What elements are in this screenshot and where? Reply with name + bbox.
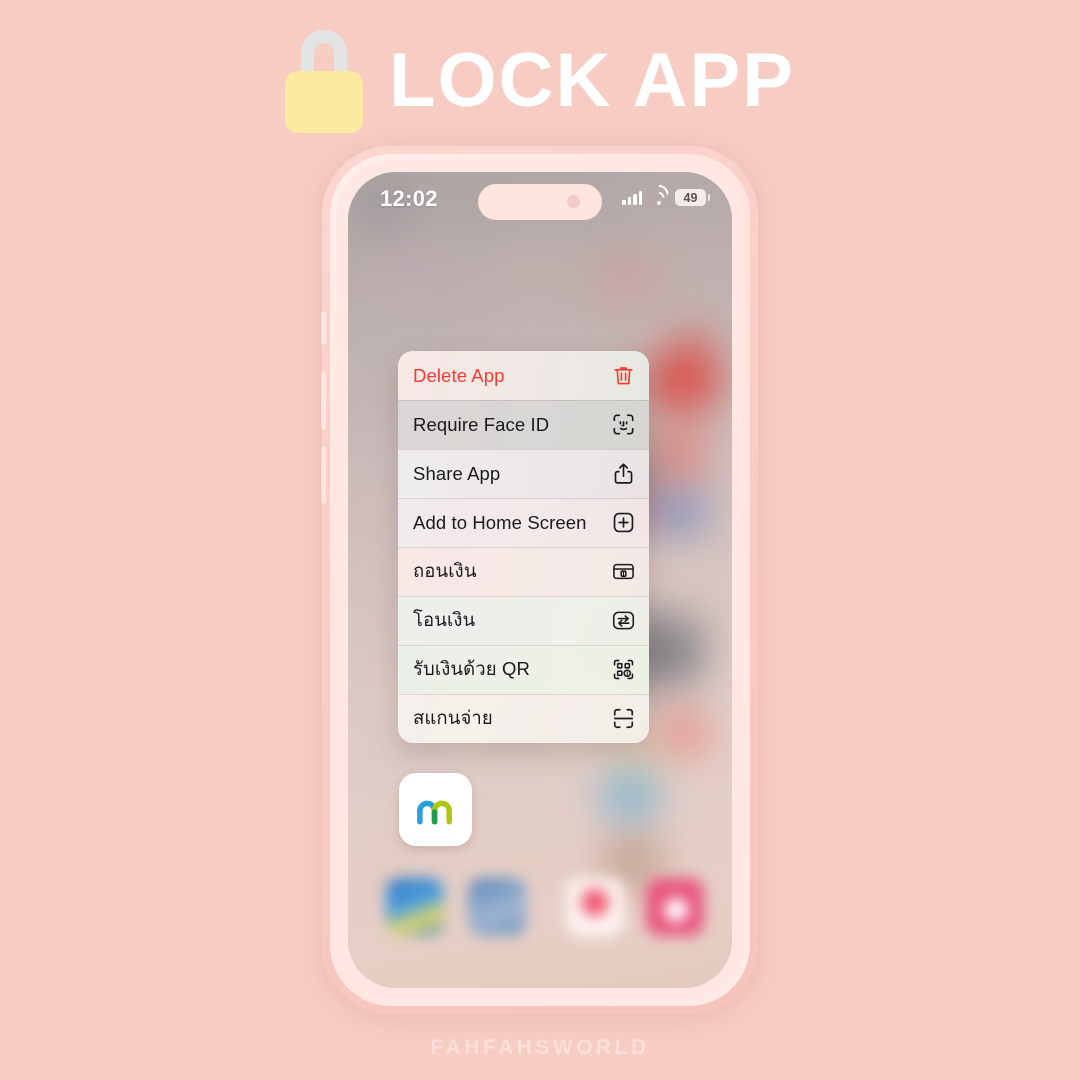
battery-level-label: 49 <box>683 190 698 205</box>
status-bar-indicators: 49 <box>622 181 710 208</box>
phone-device: 12:02 49 Delete App Require Face ID Shar… <box>321 146 758 1014</box>
add-square-icon <box>611 510 636 535</box>
dock-app-3[interactable] <box>566 878 624 936</box>
dock <box>348 870 732 944</box>
dock-app-2[interactable] <box>468 878 526 936</box>
qr-receive-icon <box>611 657 636 682</box>
app-context-menu: Delete App Require Face ID Share App Add… <box>398 351 649 743</box>
lock-body <box>285 71 364 133</box>
context-menu-item-receive-qr[interactable]: รับเงินด้วย QR <box>398 645 649 694</box>
context-menu-item-label: Delete App <box>413 364 505 386</box>
dynamic-island <box>478 184 602 220</box>
context-menu-item-label: โอนเงิน <box>413 609 476 630</box>
share-icon <box>611 461 636 486</box>
context-menu-item-label: Add to Home Screen <box>413 511 587 533</box>
wifi-icon <box>645 181 672 208</box>
context-menu-item-scan-pay[interactable]: สแกนจ่าย <box>398 694 649 743</box>
dock-app-4[interactable] <box>646 878 704 936</box>
cellular-signal-icon <box>622 190 642 205</box>
scan-pay-icon <box>611 706 636 731</box>
phone-screen: 12:02 49 Delete App Require Face ID Shar… <box>348 172 732 988</box>
withdraw-cash-icon <box>611 559 636 584</box>
context-menu-item-require-face-id[interactable]: Require Face ID <box>398 400 649 449</box>
context-menu-item-label: Share App <box>413 462 501 484</box>
context-menu-item-delete-app[interactable]: Delete App <box>398 351 649 400</box>
volume-up-button[interactable] <box>321 372 326 430</box>
context-menu-item-label: รับเงินด้วย QR <box>413 658 530 679</box>
front-camera-icon <box>567 195 580 208</box>
status-bar-time: 12:02 <box>380 186 438 211</box>
battery-icon: 49 <box>675 189 710 206</box>
dock-app-1[interactable] <box>386 878 444 936</box>
context-menu-item-transfer-money[interactable]: โอนเงิน <box>398 596 649 645</box>
context-menu-item-share-app[interactable]: Share App <box>398 449 649 498</box>
face-id-icon <box>611 412 636 437</box>
volume-down-button[interactable] <box>321 446 326 504</box>
page-header: LOCK APP <box>0 18 1080 143</box>
context-menu-item-withdraw-cash[interactable]: ถอนเงิน <box>398 547 649 596</box>
mymo-app-icon[interactable] <box>399 773 472 846</box>
watermark: FAHFAHSWORLD <box>430 1036 650 1059</box>
context-menu-item-label: Require Face ID <box>413 413 550 435</box>
transfer-money-icon <box>611 608 636 633</box>
page-title: LOCK APP <box>389 37 795 123</box>
trash-icon <box>611 363 636 388</box>
context-menu-item-label: สแกนจ่าย <box>413 707 493 728</box>
context-menu-item-label: ถอนเงิน <box>413 560 477 581</box>
context-menu-item-add-to-home-screen[interactable]: Add to Home Screen <box>398 498 649 547</box>
silent-switch-button[interactable] <box>321 311 326 345</box>
lock-icon <box>285 28 364 133</box>
